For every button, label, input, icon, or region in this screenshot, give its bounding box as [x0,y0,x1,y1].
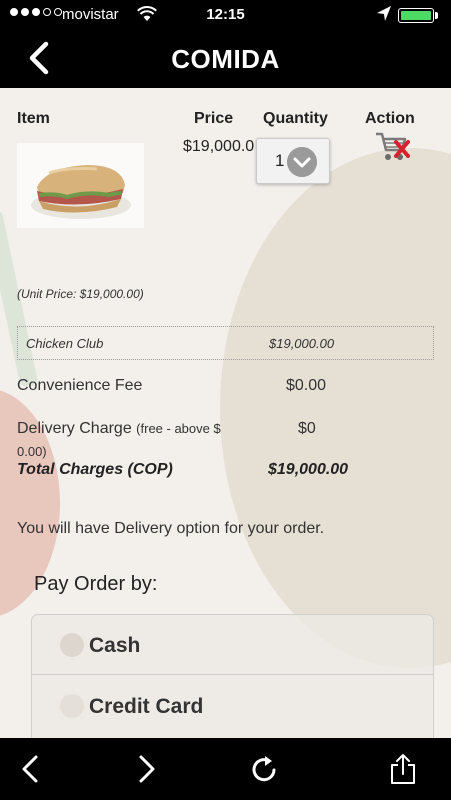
payment-section-title: Pay Order by: [34,573,158,595]
battery-level-fill [401,11,431,20]
total-charges-label: Total Charges (COP) [17,461,173,478]
unit-price-text: (Unit Price: $19,000.00) [17,287,144,301]
payment-option-cash[interactable]: Cash [32,615,433,675]
column-header-item: Item [17,110,50,127]
quantity-value: 1 [275,151,285,170]
column-header-action: Action [365,110,415,127]
status-bar: movistar 12:15 [0,0,451,30]
delivery-charge-note: (free - above $ [136,421,221,436]
remove-from-cart-icon[interactable] [374,130,412,164]
battery-tip [435,12,438,19]
page-title: COMIDA [171,44,280,74]
payment-options-list: Cash Credit Card [31,614,434,738]
payment-option-label: Cash [89,634,141,657]
delivery-charge-row: Delivery Charge (free - above $ [17,420,221,438]
chevron-down-icon [287,147,317,177]
convenience-fee-label: Convenience Fee [17,377,143,394]
delivery-charge-value: $0 [298,420,316,437]
battery-icon [398,8,434,23]
line-item-name: Chicken Club [26,336,104,351]
cart-content: Item Price Quantity Action $19,000.0 1 (… [0,88,451,738]
delivery-option-message: You will have Delivery option for your o… [17,520,325,537]
column-header-price: Price [194,110,234,127]
location-arrow-icon [377,6,391,21]
radio-button[interactable] [60,694,84,718]
delivery-charge-label: Delivery Charge [17,420,132,437]
bottom-toolbar [0,738,451,800]
quantity-select[interactable]: 1 [256,138,330,184]
background-bread-shape [220,148,451,668]
radio-button[interactable] [60,633,84,657]
chevron-left-icon[interactable] [16,753,46,785]
line-item-row: Chicken Club $19,000.00 [17,326,434,360]
sandwich-image [17,143,144,228]
item-price: $19,000.0 [183,138,255,155]
total-charges-value: $19,000.00 [268,461,349,478]
column-header-quantity: Quantity [263,110,328,127]
line-item-amount: $19,000.00 [269,336,335,351]
share-icon[interactable] [388,753,418,785]
chevron-right-icon[interactable] [131,753,161,785]
convenience-fee-value: $0.00 [286,377,327,394]
payment-option-label: Credit Card [89,695,204,718]
nav-bar: COMIDA [0,30,451,88]
reload-icon[interactable] [250,753,280,785]
delivery-charge-note-cont: 0.00) [17,444,47,459]
payment-option-credit-card[interactable]: Credit Card [32,676,433,736]
